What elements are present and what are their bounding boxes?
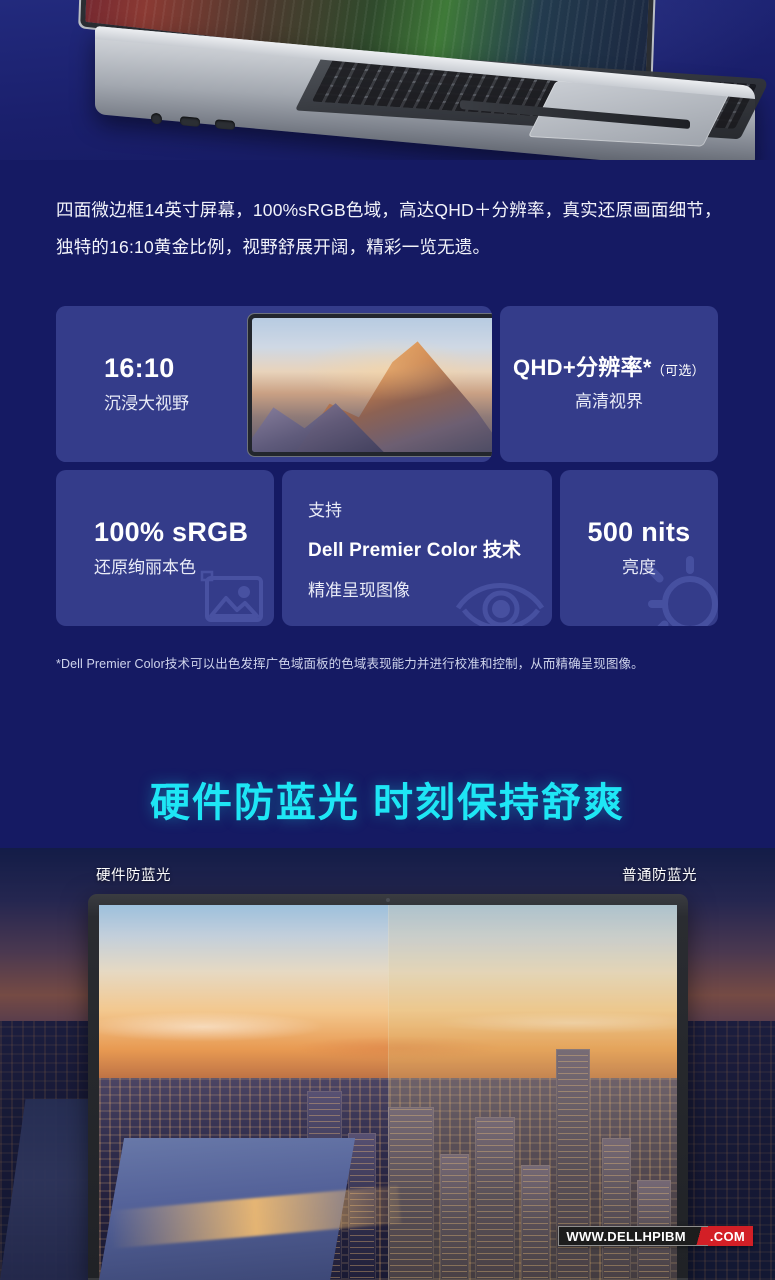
usb-c-port-1-icon	[180, 116, 200, 127]
mountain-sun-glow	[252, 318, 492, 452]
premier-color-line1: 支持	[308, 500, 342, 520]
usb-c-port-2-icon	[215, 119, 235, 130]
resolution-title: QHD+分辨率*	[513, 355, 652, 381]
resolution-subtitle: 高清视界	[575, 391, 643, 411]
feature-card-premier-color: 支持 Dell Premier Color 技术 精准呈现图像	[282, 470, 552, 626]
brightness-subtitle: 亮度	[622, 558, 656, 578]
resolution-title-line: QHD+分辨率*（可选）	[513, 356, 705, 380]
hero-laptop-photo	[0, 0, 775, 160]
premier-color-line2: Dell Premier Color 技术	[308, 539, 522, 561]
feature-card-srgb: 100% sRGB 还原绚丽本色	[56, 470, 274, 626]
bluelight-headline: 硬件防蓝光 时刻保持舒爽	[149, 781, 626, 825]
aspect-ratio-subtitle: 沉浸大视野	[104, 394, 189, 414]
webcam-icon	[386, 898, 390, 902]
comparison-screen-image	[99, 905, 677, 1280]
normal-filter-tint	[388, 905, 677, 1280]
resolution-optional-note: （可选）	[651, 363, 705, 379]
label-hardware-bluelight: 硬件防蓝光	[96, 868, 171, 884]
watermark-domain: WWW.DELLHPIBM	[558, 1226, 692, 1246]
premier-color-footnote: *Dell Premier Color技术可以出色发挥广色域面板的色域表现能力并…	[56, 657, 644, 671]
feature-row-1: 16:10 沉浸大视野 QHD+分辨率*（可选） 高清视界	[56, 306, 718, 462]
mountain-fade-overlay	[56, 306, 156, 462]
label-normal-bluelight: 普通防蓝光	[622, 868, 697, 884]
watermark-tld: .COM	[707, 1226, 753, 1246]
premier-color-line3: 精准呈现图像	[308, 580, 410, 600]
watermark-slash-icon	[691, 1226, 708, 1246]
brightness-title: 500 nits	[587, 516, 691, 547]
product-feature-page: 四面微边框14英寸屏幕，100%sRGB色域，高达QHD＋分辨率，真实还原画面细…	[0, 0, 775, 1280]
headphone-jack-icon	[151, 112, 162, 125]
intro-paragraph: 四面微边框14英寸屏幕，100%sRGB色域，高达QHD＋分辨率，真实还原画面细…	[56, 200, 722, 257]
comparison-divider	[388, 905, 389, 1280]
bluelight-comparison-section: 硬件防蓝光 普通防蓝光 WWW.DELLHPIBM .COM	[0, 848, 775, 1280]
feature-card-grid: 16:10 沉浸大视野 QHD+分辨率*（可选） 高清视界 100% sRGB …	[56, 306, 718, 626]
feature-row-2: 100% sRGB 还原绚丽本色 支持 Dell Premier Color 技…	[56, 470, 718, 626]
aspect-ratio-title: 16:10	[104, 352, 175, 383]
mountain-screen-image	[252, 318, 492, 452]
site-watermark: WWW.DELLHPIBM .COM	[558, 1226, 753, 1246]
feature-card-resolution: QHD+分辨率*（可选） 高清视界	[500, 306, 718, 462]
feature-card-aspect-ratio: 16:10 沉浸大视野	[56, 306, 492, 462]
comparison-laptop-frame	[88, 894, 688, 1280]
srgb-subtitle: 还原绚丽本色	[94, 558, 196, 578]
srgb-title: 100% sRGB	[94, 516, 249, 547]
feature-card-brightness: 500 nits 亮度	[560, 470, 718, 626]
